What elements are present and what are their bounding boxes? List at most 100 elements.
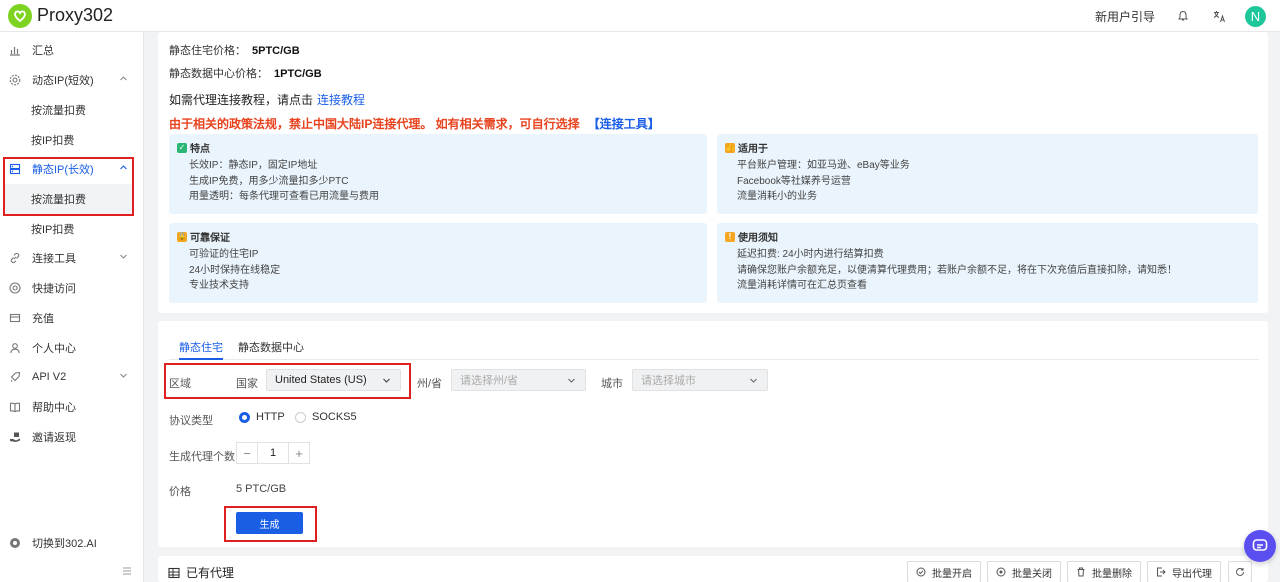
tab-static-datacenter[interactable]: 静态数据中心 bbox=[238, 339, 304, 360]
sidebar-subitem-static-per-ip[interactable]: 按IP扣费 bbox=[0, 214, 143, 244]
link-icon bbox=[8, 251, 22, 265]
notice-line: 请确保您账户余额充足，以便清算代理费用；若账户余额不足，将在下次充值后直接扣除，… bbox=[737, 265, 1177, 276]
sidebar-item-static-ip[interactable]: 静态IP(长效) bbox=[0, 154, 143, 184]
state-select-placeholder: 请选择州/省 bbox=[460, 375, 519, 387]
protocol-label: 协议类型 bbox=[169, 415, 213, 427]
existing-proxies-title: 已有代理 bbox=[168, 564, 234, 581]
sidebar-item-connect-tools[interactable]: 连接工具 bbox=[0, 243, 143, 273]
radio-selected-icon bbox=[239, 411, 250, 423]
sidebar-collapse-icon[interactable] bbox=[120, 564, 134, 578]
sidebar-item-label: 连接工具 bbox=[32, 253, 76, 265]
plus-icon[interactable]: + bbox=[289, 443, 309, 463]
export-icon bbox=[1156, 567, 1166, 577]
sidebar-item-label: 个人中心 bbox=[32, 343, 76, 355]
chevron-up-icon bbox=[119, 163, 129, 173]
features-box: ✓ 特点 长效IP：静态IP，固定IP地址 生成IP免费，用多少流量扣多少PTC… bbox=[169, 134, 707, 214]
chevron-down-icon bbox=[567, 376, 576, 385]
features-title-text: 特点 bbox=[190, 144, 210, 155]
policy-warning-text: 由于相关的政策法规，禁止中国大陆IP连接代理。 如有相关需求，可自行选择 bbox=[169, 117, 580, 131]
user-icon bbox=[8, 341, 22, 355]
sidebar-item-switch-302ai[interactable]: 切换到302.AI bbox=[0, 528, 143, 558]
quantity-stepper: − 1 + bbox=[236, 442, 310, 464]
tab-static-residential[interactable]: 静态住宅 bbox=[179, 339, 223, 360]
chevron-down-icon bbox=[119, 252, 129, 262]
guarantee-title-text: 可靠保证 bbox=[190, 233, 230, 244]
new-user-guide-link[interactable]: 新用户引导 bbox=[1095, 8, 1155, 25]
minus-icon[interactable]: − bbox=[237, 443, 257, 463]
chevron-up-icon bbox=[119, 74, 129, 84]
stop-circle-icon bbox=[996, 567, 1006, 577]
wallet-icon bbox=[8, 311, 22, 325]
features-line: 长效IP：静态IP，固定IP地址 bbox=[189, 160, 318, 171]
batch-delete-button[interactable]: 批量删除 bbox=[1067, 561, 1141, 582]
sidebar-subitem-dynamic-per-ip[interactable]: 按IP扣费 bbox=[0, 125, 143, 155]
city-select[interactable]: 请选择城市 bbox=[632, 369, 768, 391]
sidebar-item-dynamic-ip[interactable]: 动态IP(短效) bbox=[0, 65, 143, 95]
app-logo[interactable]: Proxy302 bbox=[8, 3, 113, 28]
sidebar-subitem-dynamic-traffic[interactable]: 按流量扣费 bbox=[0, 95, 143, 125]
sidebar: 汇总 动态IP(短效) 按流量扣费 按IP扣费 静态IP(长效) 按流量扣费 按… bbox=[0, 32, 144, 582]
generate-button[interactable]: 生成 bbox=[236, 512, 303, 534]
sidebar-item-recharge[interactable]: 充值 bbox=[0, 303, 143, 333]
chat-support-button[interactable] bbox=[1244, 530, 1276, 562]
residential-price-label: 静态住宅价格： bbox=[169, 45, 246, 57]
sidebar-item-label: 快捷访问 bbox=[32, 283, 76, 295]
check-icon: ✓ bbox=[177, 142, 187, 153]
city-select-placeholder: 请选择城市 bbox=[641, 375, 696, 387]
chrome-icon bbox=[8, 281, 22, 295]
chevron-down-icon bbox=[119, 371, 129, 381]
use-cases-box: 👍 适用于 平台账户管理：如亚马逊、eBay等业务 Facebook等社媒养号运… bbox=[717, 134, 1258, 214]
batch-disable-button[interactable]: 批量关闭 bbox=[987, 561, 1061, 582]
country-label: 国家 bbox=[236, 378, 258, 390]
sidebar-subitem-static-traffic[interactable]: 按流量扣费 bbox=[4, 184, 134, 214]
sidebar-item-profile[interactable]: 个人中心 bbox=[0, 333, 143, 363]
generate-proxy-panel: 静态住宅 静态数据中心 区域 国家 United States (US) 州/省… bbox=[158, 321, 1268, 547]
table-icon bbox=[168, 567, 180, 579]
proxy302-logo-icon bbox=[8, 3, 32, 28]
sidebar-item-label: 充值 bbox=[32, 313, 54, 325]
book-icon bbox=[8, 400, 22, 414]
datacenter-price-value: 1PTC/GB bbox=[274, 68, 322, 80]
country-select[interactable]: United States (US) bbox=[266, 369, 401, 391]
sidebar-item-referral[interactable]: 邀请返现 bbox=[0, 422, 143, 452]
bell-icon[interactable] bbox=[1173, 6, 1193, 26]
existing-proxies-panel: 已有代理 批量开启 批量关闭 批量删除 导出代理 bbox=[158, 556, 1268, 582]
chevron-down-icon bbox=[382, 376, 391, 385]
batch-disable-label: 批量关闭 bbox=[1012, 568, 1052, 580]
sidebar-item-api-v2[interactable]: API V2 bbox=[0, 362, 143, 392]
batch-enable-button[interactable]: 批量开启 bbox=[907, 561, 981, 582]
state-select[interactable]: 请选择州/省 bbox=[451, 369, 586, 391]
top-header: Proxy302 新用户引导 N bbox=[0, 0, 1280, 32]
translate-icon[interactable] bbox=[1209, 6, 1229, 26]
proxy-type-tabs: 静态住宅 静态数据中心 bbox=[169, 336, 1259, 360]
sidebar-item-summary[interactable]: 汇总 bbox=[0, 35, 143, 65]
lock-icon: 🔒 bbox=[177, 231, 187, 242]
trash-icon bbox=[1076, 567, 1086, 577]
export-proxies-button[interactable]: 导出代理 bbox=[1147, 561, 1221, 582]
sidebar-item-quick-access[interactable]: 快捷访问 bbox=[0, 273, 143, 303]
protocol-radio-http[interactable]: HTTP bbox=[239, 411, 285, 423]
gear-icon bbox=[8, 73, 22, 87]
sidebar-item-label: API V2 bbox=[32, 371, 67, 383]
guarantee-line: 24小时保持在线稳定 bbox=[189, 265, 281, 276]
hand-gift-icon bbox=[8, 430, 22, 444]
notice-title: ! 使用须知 bbox=[725, 229, 778, 244]
quantity-value[interactable]: 1 bbox=[257, 443, 289, 463]
sidebar-item-label: 帮助中心 bbox=[32, 402, 76, 414]
protocol-radio-socks5[interactable]: SOCKS5 bbox=[295, 411, 357, 423]
use-cases-line: 平台账户管理：如亚马逊、eBay等业务 bbox=[737, 160, 910, 171]
batch-delete-label: 批量删除 bbox=[1092, 568, 1132, 580]
city-label: 城市 bbox=[601, 378, 623, 390]
refresh-button[interactable] bbox=[1228, 561, 1252, 582]
user-avatar[interactable]: N bbox=[1245, 5, 1266, 27]
static-ip-info-panel: 静态住宅价格： 5PTC/GB 静态数据中心价格： 1PTC/GB 如需代理连接教程… bbox=[158, 32, 1268, 313]
sidebar-item-label: 静态IP(长效) bbox=[32, 164, 94, 176]
sidebar-item-help[interactable]: 帮助中心 bbox=[0, 392, 143, 422]
guarantee-line: 专业技术支持 bbox=[189, 280, 249, 291]
use-cases-line: 流量消耗小的业务 bbox=[737, 191, 817, 202]
guarantee-box: 🔒 可靠保证 可验证的住宅IP 24小时保持在线稳定 专业技术支持 bbox=[169, 223, 707, 303]
connect-tools-link[interactable]: 【连接工具】 bbox=[588, 117, 660, 131]
notice-title-text: 使用须知 bbox=[738, 233, 778, 244]
existing-proxies-title-text: 已有代理 bbox=[186, 566, 235, 580]
tutorial-link[interactable]: 连接教程 bbox=[317, 93, 365, 107]
